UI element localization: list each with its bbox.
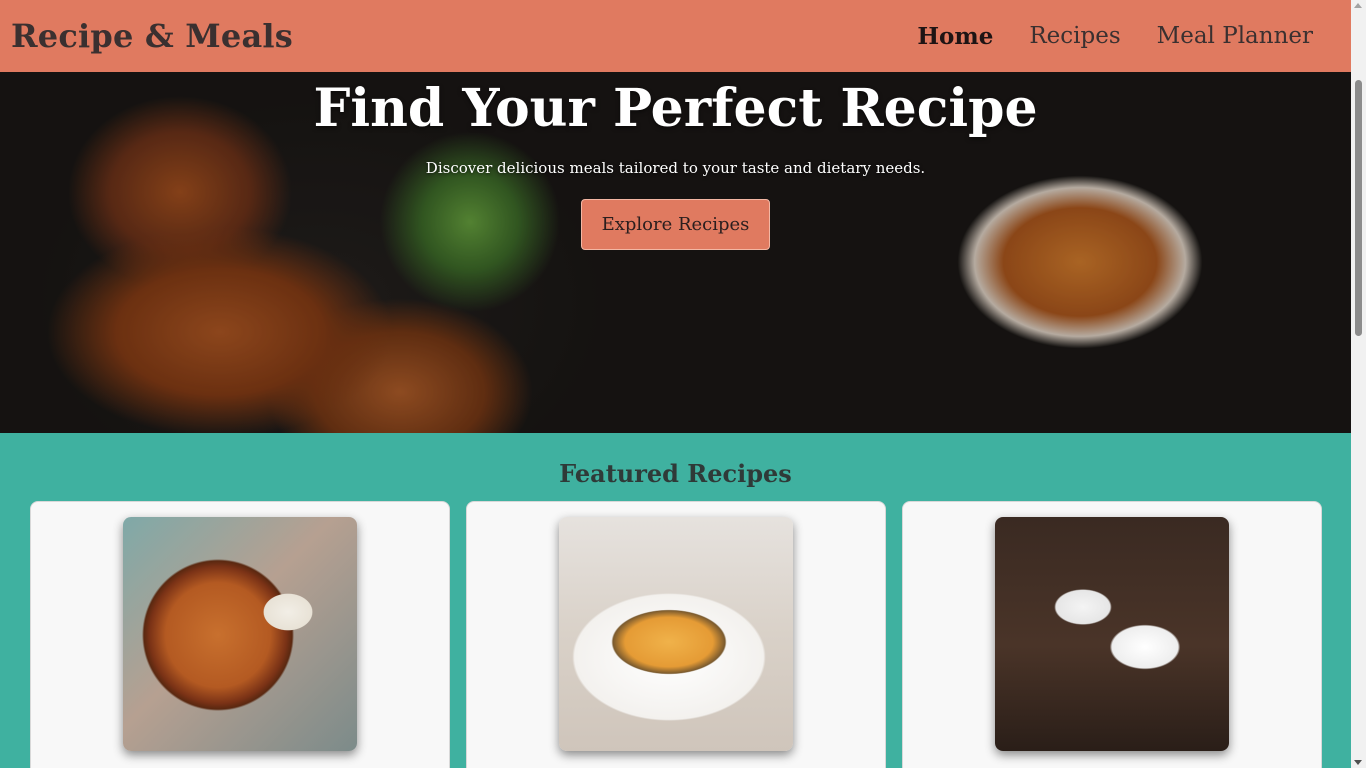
vertical-scrollbar[interactable] [1351,0,1366,768]
hero-banner: Find Your Perfect Recipe Discover delici… [0,72,1351,433]
recipe-image-souffle[interactable] [995,517,1229,751]
scroll-up-arrow-icon[interactable] [1354,3,1362,8]
brand-logo[interactable]: Recipe & Meals [11,17,293,55]
featured-recipes-title: Featured Recipes [559,459,792,488]
recipe-card[interactable] [902,501,1322,768]
recipe-card-list [30,501,1322,768]
hero-title: Find Your Perfect Recipe [313,78,1038,139]
scrollbar-thumb[interactable] [1355,80,1362,336]
recipe-image-curry[interactable] [123,517,357,751]
scroll-down-arrow-icon[interactable] [1354,760,1362,765]
explore-recipes-button[interactable]: Explore Recipes [580,199,771,250]
recipe-image-shepherds-pie[interactable] [559,517,793,751]
recipe-card[interactable] [466,501,886,768]
recipe-card[interactable] [30,501,450,768]
nav-link-meal-planner[interactable]: Meal Planner [1157,23,1313,49]
hero-content: Find Your Perfect Recipe Discover delici… [0,72,1351,250]
nav-link-recipes[interactable]: Recipes [1029,23,1120,49]
featured-recipes-section: Featured Recipes [0,433,1351,768]
hero-subtitle: Discover delicious meals tailored to you… [425,159,926,177]
site-header: Recipe & Meals Home Recipes Meal Planner [0,0,1351,72]
nav-link-home[interactable]: Home [917,23,993,50]
main-nav: Home Recipes Meal Planner [917,23,1313,50]
